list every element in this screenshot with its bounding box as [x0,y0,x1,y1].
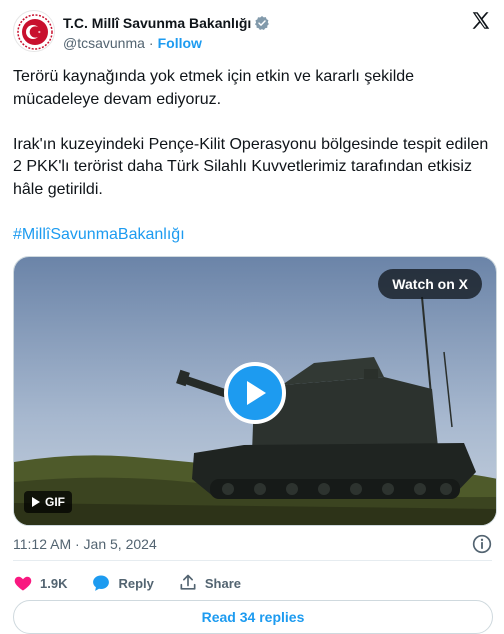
read-replies-button[interactable]: Read 34 replies [13,600,493,634]
tweet-timestamp[interactable]: 11:12 AM · Jan 5, 2024 [13,536,157,552]
handle-row: @tcsavunma · Follow [63,34,202,52]
account-handle[interactable]: @tcsavunma [63,35,145,51]
reply-bubble-icon [93,575,110,591]
share-button[interactable]: Share [178,573,241,593]
verified-badge-icon [255,16,270,30]
divider [13,560,492,561]
gif-badge: GIF [24,491,72,513]
reply-label: Reply [118,575,154,591]
name-row: T.C. Millî Savunma Bakanlığı [63,14,270,32]
video-media[interactable]: Watch on X GIF [13,256,497,526]
account-avatar[interactable] [13,10,55,52]
watch-on-x-button[interactable]: Watch on X [378,269,482,299]
info-icon[interactable] [472,534,492,554]
tweet-paragraph-1: Terörü kaynağında yok etmek için etkin v… [13,68,415,108]
x-logo-icon[interactable] [470,10,492,32]
separator-dot: · [148,35,154,51]
tweet-text: Terörü kaynağında yok etmek için etkin v… [13,66,493,246]
heart-icon [14,576,32,591]
tweet-actions: 1.9K Reply Share [13,572,265,594]
account-name[interactable]: T.C. Millî Savunma Bakanlığı [63,15,251,31]
ministry-seal-avatar [15,12,54,51]
hashtag-link[interactable]: #MillîSavunmaBakanlığı [13,224,493,247]
tweet-card: T.C. Millî Savunma Bakanlığı @tcsavunma … [0,0,504,634]
like-button[interactable]: 1.9K [13,573,67,593]
play-button[interactable] [224,362,286,424]
share-label: Share [204,575,242,591]
like-count: 1.9K [40,575,68,591]
tweet-paragraph-2: Irak'ın kuzeyindeki Pençe-Kilit Operasyo… [13,135,489,198]
gif-label: GIF [45,495,65,509]
play-icon [247,381,266,405]
share-icon [180,574,196,590]
follow-button[interactable]: Follow [158,35,202,51]
tweet-header: T.C. Millî Savunma Bakanlığı @tcsavunma … [13,10,494,54]
reply-button[interactable]: Reply [91,573,154,593]
gif-icon [32,497,40,507]
